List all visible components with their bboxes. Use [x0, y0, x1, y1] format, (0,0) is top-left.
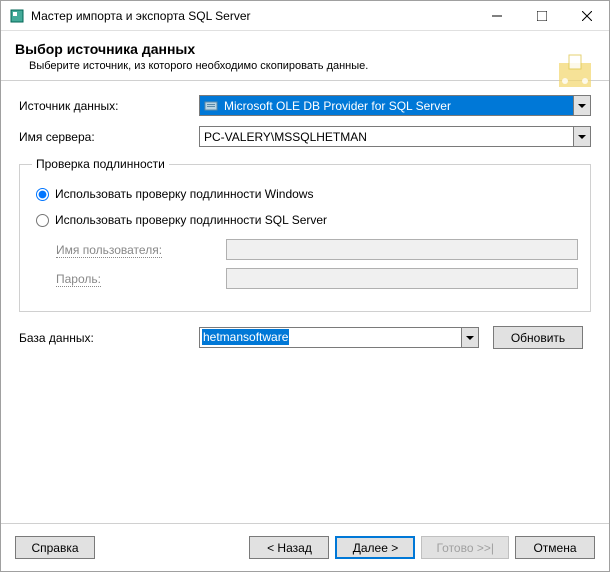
password-label: Пароль:	[56, 272, 226, 286]
server-value: PC-VALERY\MSSQLHETMAN	[200, 130, 573, 144]
auth-group: Проверка подлинности Использовать провер…	[19, 157, 591, 312]
server-label: Имя сервера:	[19, 130, 199, 144]
next-button[interactable]: Далее >	[335, 536, 415, 559]
auth-sql-label: Использовать проверку подлинности SQL Se…	[55, 213, 327, 227]
page-title: Выбор источника данных	[15, 41, 595, 57]
close-button[interactable]	[564, 1, 609, 30]
username-label: Имя пользователя:	[56, 243, 226, 257]
provider-icon	[203, 98, 219, 114]
spacer	[19, 357, 591, 513]
chevron-down-icon[interactable]	[461, 328, 478, 347]
database-row: База данных: hetmansoftware Обновить	[19, 326, 591, 349]
app-icon	[9, 8, 25, 24]
auth-windows-label: Использовать проверку подлинности Window…	[55, 187, 313, 201]
username-input	[226, 239, 578, 260]
auth-windows-radio-row[interactable]: Использовать проверку подлинности Window…	[36, 187, 578, 201]
auth-sql-radio[interactable]	[36, 214, 49, 227]
minimize-button[interactable]	[474, 1, 519, 30]
username-row: Имя пользователя:	[56, 239, 578, 260]
chevron-down-icon[interactable]	[573, 96, 590, 115]
datasource-row: Источник данных: Microsoft OLE DB Provid…	[19, 95, 591, 116]
datasource-value: Microsoft OLE DB Provider for SQL Server	[222, 99, 573, 113]
wizard-body: Источник данных: Microsoft OLE DB Provid…	[1, 81, 609, 523]
window-title: Мастер импорта и экспорта SQL Server	[31, 9, 474, 23]
finish-button: Готово >>|	[421, 536, 509, 559]
back-button[interactable]: < Назад	[249, 536, 329, 559]
refresh-button[interactable]: Обновить	[493, 326, 583, 349]
chevron-down-icon[interactable]	[573, 127, 590, 146]
wizard-header: Выбор источника данных Выберите источник…	[1, 31, 609, 81]
database-label: База данных:	[19, 331, 199, 345]
datasource-combo[interactable]: Microsoft OLE DB Provider for SQL Server	[199, 95, 591, 116]
auth-windows-radio[interactable]	[36, 188, 49, 201]
database-combo[interactable]: hetmansoftware	[199, 327, 479, 348]
wizard-footer: Справка < Назад Далее > Готово >>| Отмен…	[1, 523, 609, 571]
wizard-window: Мастер импорта и экспорта SQL Server Выб…	[0, 0, 610, 572]
help-button[interactable]: Справка	[15, 536, 95, 559]
auth-sql-radio-row[interactable]: Использовать проверку подлинности SQL Se…	[36, 213, 578, 227]
database-value: hetmansoftware	[200, 328, 461, 347]
password-row: Пароль:	[56, 268, 578, 289]
server-combo[interactable]: PC-VALERY\MSSQLHETMAN	[199, 126, 591, 147]
server-row: Имя сервера: PC-VALERY\MSSQLHETMAN	[19, 126, 591, 147]
titlebar: Мастер импорта и экспорта SQL Server	[1, 1, 609, 31]
datasource-label: Источник данных:	[19, 99, 199, 113]
auth-group-title: Проверка подлинности	[32, 157, 169, 171]
maximize-button[interactable]	[519, 1, 564, 30]
page-subtitle: Выберите источник, из которого необходим…	[15, 60, 595, 72]
password-input	[226, 268, 578, 289]
cancel-button[interactable]: Отмена	[515, 536, 595, 559]
header-decoration-icon	[551, 51, 599, 99]
